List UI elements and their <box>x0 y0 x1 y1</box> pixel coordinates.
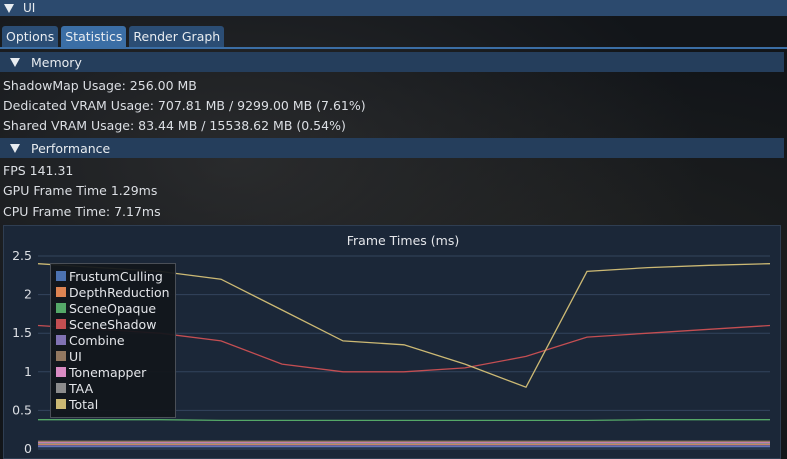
legend-label: Total <box>69 396 99 412</box>
y-tick-label: 2.5 <box>12 248 32 263</box>
legend-swatch <box>56 335 66 345</box>
legend-label: SceneOpaque <box>69 300 157 316</box>
legend-item[interactable]: UI <box>56 348 82 364</box>
legend-item[interactable]: Combine <box>56 332 125 348</box>
legend-swatch <box>56 271 66 281</box>
y-tick-label: 1 <box>24 364 32 379</box>
legend-item[interactable]: Total <box>56 396 98 412</box>
legend-swatch <box>56 303 66 313</box>
y-tick-label: 1.5 <box>12 325 32 340</box>
legend-swatch <box>56 383 66 393</box>
legend-swatch <box>56 367 66 377</box>
legend-swatch <box>56 399 66 409</box>
legend-label: TAA <box>69 380 94 396</box>
legend-item[interactable]: Tonemapper <box>56 364 146 380</box>
legend-label: UI <box>69 348 82 364</box>
legend-item[interactable]: SceneOpaque <box>56 300 156 316</box>
legend-label: Tonemapper <box>69 364 147 380</box>
legend-item[interactable]: SceneShadow <box>56 316 156 332</box>
legend-item[interactable]: FrustumCulling <box>56 268 163 284</box>
legend-swatch <box>56 319 66 329</box>
y-tick-label: 2 <box>24 287 32 302</box>
y-tick-label: 0 <box>24 441 32 456</box>
chart-title: Frame Times (ms) <box>347 233 459 248</box>
legend-swatch <box>56 351 66 361</box>
legend-label: DepthReduction <box>69 284 170 300</box>
legend-item[interactable]: TAA <box>56 380 93 396</box>
y-tick-label: 0.5 <box>12 402 32 417</box>
legend-label: Combine <box>69 332 125 348</box>
legend-label: SceneShadow <box>69 316 157 332</box>
chart-legend: FrustumCulling DepthReduction SceneOpaqu… <box>50 263 176 418</box>
legend-label: FrustumCulling <box>69 268 163 284</box>
legend-swatch <box>56 287 66 297</box>
series-line-sceneopaque <box>38 419 770 422</box>
legend-item[interactable]: DepthReduction <box>56 284 170 300</box>
